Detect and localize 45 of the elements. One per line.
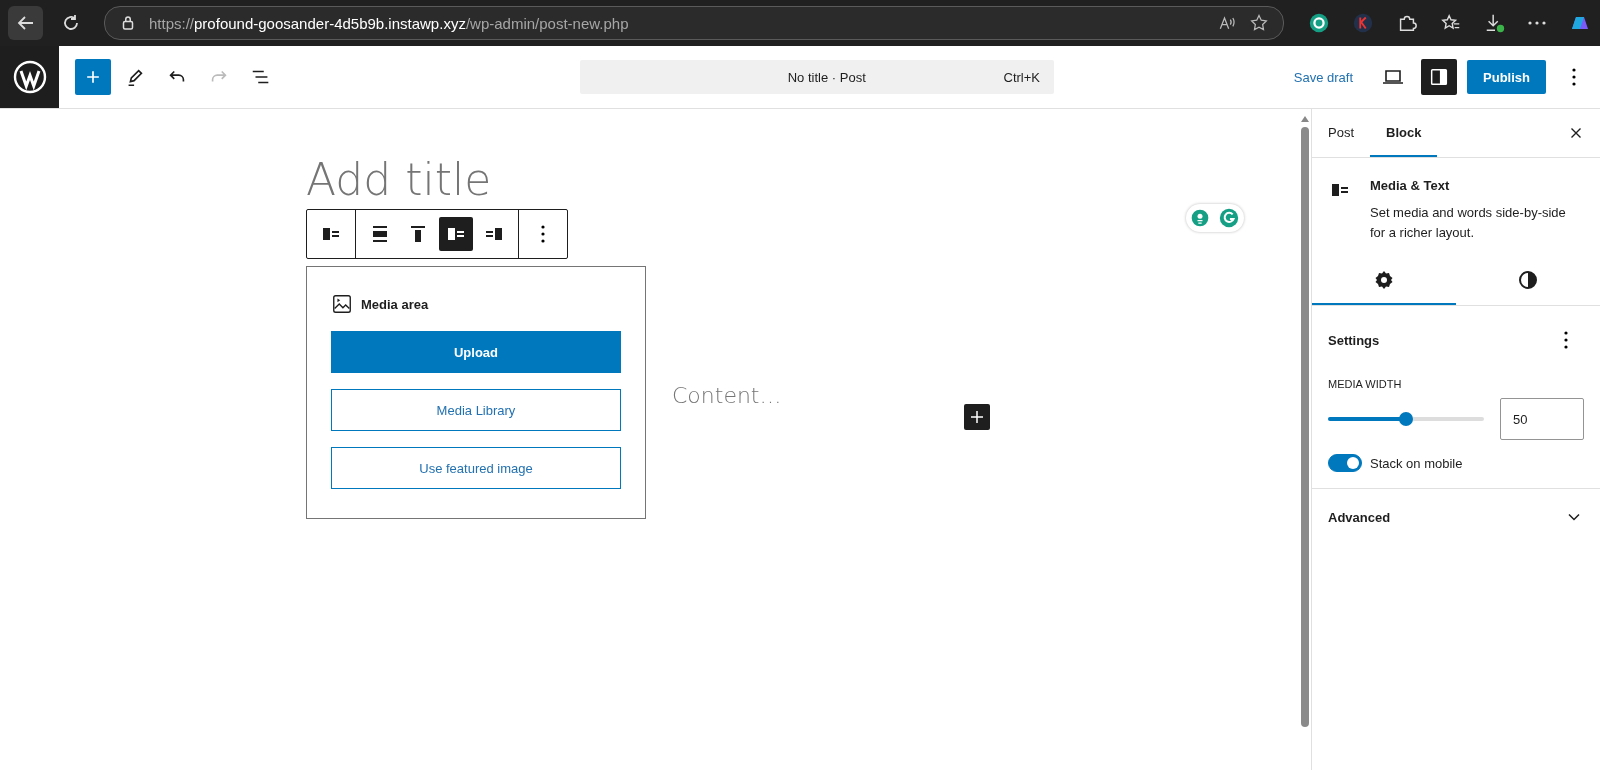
lightbulb-icon	[1190, 208, 1210, 228]
sidebar-tab[interactable]: Post	[1312, 109, 1370, 157]
panel-title: Settings	[1328, 332, 1380, 348]
url-text: https://profound-goosander-4d5b9b.instawp.xyz/wp-admin/post-new.php	[149, 14, 630, 32]
sidebar-tab[interactable]: Block	[1370, 109, 1438, 157]
kebab-icon	[1572, 68, 1576, 86]
shortcut-label: Ctrl+K	[1003, 69, 1040, 85]
toggle-label: Stack on mobile	[1370, 455, 1463, 471]
image-icon	[331, 293, 353, 315]
kebab-icon	[541, 225, 545, 243]
advanced-panel-header[interactable]: Advanced	[1312, 489, 1600, 545]
save-draft-button[interactable]: Save draft	[1285, 63, 1362, 91]
media-width-input[interactable]: 50	[1500, 398, 1584, 440]
media-option-button[interactable]: Use featured image	[331, 447, 621, 489]
extension-k-icon	[1352, 12, 1374, 34]
title-placeholder[interactable]: Add title	[306, 155, 492, 205]
back-button[interactable]	[8, 6, 43, 40]
grammarly-widget[interactable]	[1186, 204, 1244, 232]
document-title: No title · Post	[786, 69, 867, 85]
add-block-button[interactable]	[963, 404, 990, 430]
command-bar[interactable]: No title · Post Ctrl+K	[580, 60, 1054, 94]
media-area-label: Media area	[361, 296, 429, 312]
star-icon	[1249, 13, 1269, 33]
wordpress-logo[interactable]	[0, 46, 59, 108]
content-placeholder[interactable]: Content…	[672, 383, 782, 408]
block-description: Set media and words side-by-side for a richer layout.	[1370, 204, 1567, 242]
scroll-up-icon	[1300, 115, 1310, 123]
more-icon	[1528, 21, 1546, 25]
upload-button[interactable]: Upload	[331, 331, 621, 373]
download-icon	[1484, 12, 1506, 34]
contrast-icon	[1516, 268, 1540, 292]
alignment-button[interactable]	[439, 217, 473, 251]
toggle-switch[interactable]	[1328, 454, 1362, 472]
slider[interactable]	[1328, 412, 1484, 426]
settings-toggle-button[interactable]	[1421, 59, 1458, 95]
kebab-icon	[1564, 331, 1568, 349]
extension-g-icon	[1308, 12, 1330, 34]
slider-thumb[interactable]	[1399, 412, 1413, 426]
grammarly-icon	[1218, 207, 1240, 229]
media-width-label: MEDIA WIDTH	[1328, 378, 1403, 390]
scrollbar-thumb[interactable]	[1301, 127, 1309, 727]
block-name: Media & Text	[1370, 178, 1451, 193]
media-option-button[interactable]: Media Library	[331, 389, 621, 431]
publish-button[interactable]: Publish	[1467, 60, 1546, 94]
address-bar[interactable]: https://profound-goosander-4d5b9b.instawp.xyz/wp-admin/post-new.php	[104, 6, 1284, 40]
